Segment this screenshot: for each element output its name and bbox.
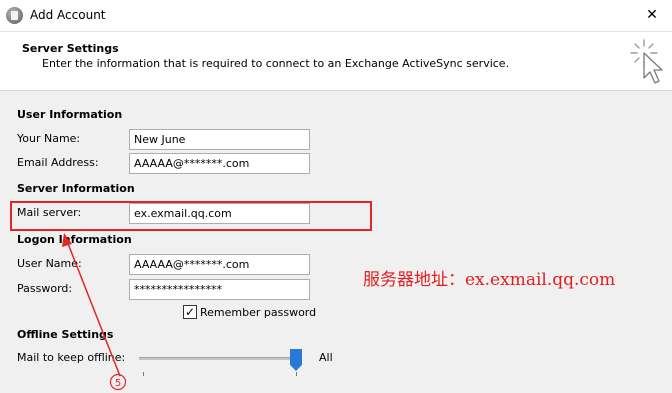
user-name-input[interactable]: AAAAA@*******.com bbox=[129, 254, 310, 275]
your-name-input[interactable]: New June bbox=[129, 129, 310, 150]
title-bar: Add Account ✕ bbox=[0, 0, 672, 31]
outlook-app-icon bbox=[6, 7, 23, 24]
user-name-label: User Name: bbox=[17, 257, 82, 270]
wizard-header: Server Settings Enter the information th… bbox=[0, 31, 672, 91]
your-name-label: Your Name: bbox=[17, 132, 81, 145]
email-address-label: Email Address: bbox=[17, 156, 99, 169]
offline-slider-thumb[interactable] bbox=[290, 349, 302, 371]
password-label: Password: bbox=[17, 282, 73, 295]
slider-tick bbox=[143, 372, 144, 376]
cursor-click-icon bbox=[630, 39, 663, 84]
step-marker-number: 5 bbox=[115, 378, 121, 389]
mail-to-keep-offline-label: Mail to keep offline: bbox=[17, 351, 126, 364]
user-information-heading: User Information bbox=[17, 108, 123, 121]
slider-tick bbox=[296, 372, 297, 376]
email-address-input[interactable]: AAAAA@*******.com bbox=[129, 153, 310, 174]
remember-password-checkbox[interactable]: ✓ bbox=[183, 305, 197, 319]
window-title: Add Account bbox=[30, 8, 106, 22]
server-address-annotation: 服务器地址：ex.exmail.qq.com bbox=[363, 270, 616, 290]
header-description: Enter the information that is required t… bbox=[42, 57, 510, 70]
offline-settings-heading: Offline Settings bbox=[17, 328, 114, 341]
close-button[interactable]: ✕ bbox=[642, 5, 662, 25]
password-input[interactable]: **************** bbox=[129, 279, 310, 300]
step-marker-circle bbox=[109, 373, 127, 391]
mail-server-highlight-box bbox=[10, 201, 372, 231]
logon-information-heading: Logon Information bbox=[17, 233, 132, 246]
remember-password-label: Remember password bbox=[200, 306, 317, 319]
server-information-heading: Server Information bbox=[17, 182, 135, 195]
offline-slider-track[interactable] bbox=[139, 357, 300, 360]
header-title: Server Settings bbox=[22, 42, 119, 55]
offline-slider-value: All bbox=[319, 351, 333, 364]
